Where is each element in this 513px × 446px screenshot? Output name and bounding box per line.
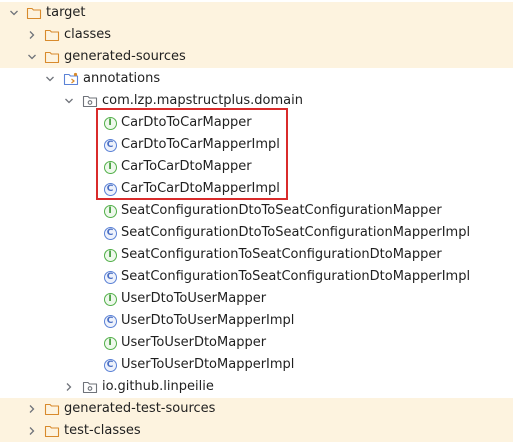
tree-node-label: CarDtoToCarMapper [121,115,252,130]
tree-node-label: UserToUserDtoMapperImpl [121,357,295,372]
project-tree: target classes generated-sources annotat… [0,2,513,442]
tree-node-label: classes [64,27,112,42]
tree-node-class-item[interactable]: I UserToUserDtoMapper [0,332,513,354]
folder-icon [44,27,60,43]
tree-node-label: CarDtoToCarMapperImpl [121,137,280,152]
source-root-folder-icon [63,71,79,87]
package-icon [82,93,98,109]
chevron-right-icon[interactable] [26,398,38,420]
tree-node-label: CarToCarDtoMapperImpl [121,181,280,196]
interface-icon: I [102,291,118,307]
chevron-down-icon[interactable] [63,90,75,112]
chevron-right-icon[interactable] [26,420,38,442]
tree-node-label: test-classes [64,423,141,438]
folder-icon [26,5,42,21]
class-icon: C [102,225,118,241]
interface-icon: I [102,115,118,131]
interface-icon: I [102,159,118,175]
folder-icon [44,423,60,439]
tree-node-package-github[interactable]: io.github.linpeilie [0,376,513,398]
interface-icon: I [102,335,118,351]
folder-icon [44,49,60,65]
chevron-right-icon[interactable] [63,376,75,398]
tree-node-annotations[interactable]: annotations [0,68,513,90]
tree-node-class-item[interactable]: I CarToCarDtoMapper [0,156,513,178]
tree-node-label: annotations [83,71,161,86]
chevron-down-icon[interactable] [44,68,56,90]
tree-node-class-item[interactable]: I CarDtoToCarMapper [0,112,513,134]
tree-node-label: UserDtoToUserMapper [121,291,267,306]
tree-node-class-item[interactable]: I SeatConfigurationToSeatConfigurationDt… [0,244,513,266]
tree-node-generated-sources[interactable]: generated-sources [0,46,513,68]
interface-icon: I [102,247,118,263]
class-icon: C [102,357,118,373]
tree-node-class-item[interactable]: C CarDtoToCarMapperImpl [0,134,513,156]
tree-node-class-item[interactable]: C CarToCarDtoMapperImpl [0,178,513,200]
tree-node-class-item[interactable]: C UserToUserDtoMapperImpl [0,354,513,376]
tree-node-label: SeatConfigurationToSeatConfigurationDtoM… [121,269,471,284]
package-icon [82,379,98,395]
chevron-right-icon[interactable] [26,24,38,46]
tree-node-label: CarToCarDtoMapper [121,159,252,174]
class-icon: C [102,137,118,153]
tree-node-class-item[interactable]: C UserDtoToUserMapperImpl [0,310,513,332]
chevron-down-icon[interactable] [26,46,38,68]
tree-node-label: target [46,5,86,20]
tree-node-label: UserToUserDtoMapper [121,335,267,350]
tree-node-generated-test-sources[interactable]: generated-test-sources [0,398,513,420]
tree-node-class-item[interactable]: C SeatConfigurationToSeatConfigurationDt… [0,266,513,288]
tree-node-class-item[interactable]: C SeatConfigurationDtoToSeatConfiguratio… [0,222,513,244]
class-icon: C [102,181,118,197]
tree-node-label: UserDtoToUserMapperImpl [121,313,295,328]
tree-node-label: generated-sources [64,49,186,64]
tree-node-label: SeatConfigurationDtoToSeatConfigurationM… [121,203,442,218]
tree-node-test-classes[interactable]: test-classes [0,420,513,442]
chevron-down-icon[interactable] [8,2,20,24]
class-icon: C [102,313,118,329]
tree-node-class-item[interactable]: I UserDtoToUserMapper [0,288,513,310]
tree-node-label: SeatConfigurationDtoToSeatConfigurationM… [121,225,471,240]
interface-icon: I [102,203,118,219]
class-icon: C [102,269,118,285]
tree-node-label: SeatConfigurationToSeatConfigurationDtoM… [121,247,442,262]
tree-node-package-domain[interactable]: com.lzp.mapstructplus.domain [0,90,513,112]
tree-node-class-item[interactable]: I SeatConfigurationDtoToSeatConfiguratio… [0,200,513,222]
tree-node-label: com.lzp.mapstructplus.domain [102,93,303,108]
tree-node-target[interactable]: target [0,2,513,24]
tree-node-label: generated-test-sources [64,401,216,416]
tree-node-classes[interactable]: classes [0,24,513,46]
folder-icon [44,401,60,417]
tree-node-label: io.github.linpeilie [102,379,214,394]
